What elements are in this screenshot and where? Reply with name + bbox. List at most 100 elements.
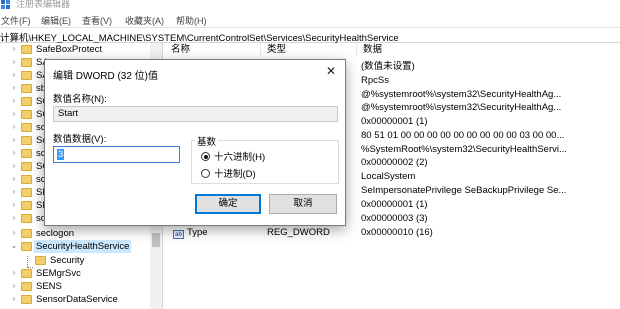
value-data-cell[interactable]: 0x00000002 (2) [361, 156, 428, 169]
value-data-cell[interactable]: (数值未设置) [361, 60, 415, 73]
folder-icon [21, 58, 32, 67]
folder-icon [21, 201, 32, 210]
chevron-right-icon[interactable]: › [10, 83, 18, 93]
folder-icon [35, 256, 46, 265]
value-name-label: 数值名称(N): [53, 94, 107, 105]
chevron-right-icon[interactable]: › [10, 213, 18, 223]
reg-dword-icon: ab [173, 230, 184, 239]
menu-favorites[interactable]: 收藏夹(A) [125, 14, 164, 27]
hex-radio[interactable]: 十六进制(H) [201, 149, 266, 163]
folder-icon [21, 282, 32, 291]
tree-item-security[interactable]: Security [0, 254, 162, 267]
menu-view[interactable]: 查看(V) [82, 14, 112, 27]
chevron-right-icon[interactable]: › [10, 281, 18, 291]
menu-help[interactable]: 帮助(H) [176, 14, 207, 27]
folder-icon [21, 136, 32, 145]
value-data-cell[interactable]: 0x00000010 (16) [361, 226, 433, 239]
title-bar: 注册表编辑器 [0, 0, 620, 10]
chevron-right-icon[interactable]: › [10, 109, 18, 119]
value-data-label: 数值数据(V): [53, 134, 107, 145]
value-data-cell[interactable]: RpcSs [361, 74, 389, 87]
folder-icon [21, 110, 32, 119]
chevron-right-icon[interactable]: › [10, 96, 18, 106]
column-header-name[interactable]: 名称 [165, 43, 261, 57]
value-type-cell[interactable]: REG_DWORD [267, 226, 330, 239]
dialog-title: 编辑 DWORD (32 位)值 [53, 71, 158, 82]
tree-item-sensordataservice[interactable]: › SensorDataService [0, 293, 162, 306]
value-data-cell[interactable]: %SystemRoot%\system32\SecurityHealthServ… [361, 143, 567, 156]
hex-radio-label: 十六进制(H) [214, 152, 266, 163]
radio-checked-icon[interactable] [201, 152, 210, 161]
chevron-right-icon[interactable]: › [10, 70, 18, 80]
chevron-right-icon[interactable]: › [10, 148, 18, 158]
folder-icon [21, 295, 32, 304]
decimal-radio[interactable]: 十进制(D) [201, 166, 256, 180]
tree-item-label: SensorDataService [36, 294, 118, 305]
address-path[interactable]: 计算机\HKEY_LOCAL_MACHINE\SYSTEM\CurrentCon… [0, 30, 399, 44]
regedit-app-icon [1, 0, 10, 9]
folder-open-icon [21, 242, 32, 251]
ok-button[interactable]: 确定 [195, 194, 261, 214]
column-header-type[interactable]: 类型 [261, 43, 357, 57]
chevron-right-icon[interactable]: › [10, 187, 18, 197]
edit-dword-dialog: 编辑 DWORD (32 位)值 ✕ 数值名称(N): Start 数值数据(V… [44, 59, 346, 226]
address-bar[interactable]: 计算机\HKEY_LOCAL_MACHINE\SYSTEM\CurrentCon… [0, 27, 620, 44]
scrollbar-thumb[interactable] [152, 233, 160, 247]
chevron-down-icon[interactable]: ⌄ [10, 241, 18, 251]
tree-item-label: Security [50, 255, 85, 266]
chevron-right-icon[interactable]: › [10, 228, 18, 238]
folder-icon [21, 97, 32, 106]
folder-icon [21, 71, 32, 80]
value-name-type[interactable]: ab Type [173, 226, 208, 239]
value-data-text[interactable]: 3 [57, 149, 65, 160]
tree-item-seclogon[interactable]: › seclogon [0, 227, 162, 240]
column-header-data[interactable]: 数据 [357, 43, 620, 57]
tree-item-safeboxprotect[interactable]: › SafeBoxProtect [0, 43, 162, 56]
value-data-cell[interactable]: 0x00000001 (1) [361, 115, 428, 128]
chevron-right-icon[interactable]: › [10, 268, 18, 278]
value-data-cell[interactable]: @%systemroot%\system32\SecurityHealthAg.… [361, 101, 561, 114]
menu-file[interactable]: 文件(F) [1, 14, 31, 27]
folder-icon [21, 175, 32, 184]
folder-icon [21, 269, 32, 278]
tree-item-label: seclogon [36, 228, 75, 239]
tree-item-securityhealthservice[interactable]: ⌄ SecurityHealthService [0, 240, 162, 253]
folder-icon [21, 188, 32, 197]
folder-icon [21, 45, 32, 54]
value-data-cell[interactable]: 0x00000001 (1) [361, 198, 428, 211]
tree-item-label: SENS [36, 281, 62, 292]
chevron-right-icon[interactable]: › [10, 57, 18, 67]
value-data-cell[interactable]: 0x00000003 (3) [361, 212, 428, 225]
chevron-right-icon[interactable]: › [10, 44, 18, 54]
chevron-right-icon[interactable]: › [10, 200, 18, 210]
folder-icon [21, 84, 32, 93]
menu-edit[interactable]: 编辑(E) [41, 14, 71, 27]
chevron-right-icon[interactable]: › [10, 294, 18, 304]
menu-bar: 文件(F) 编辑(E) 查看(V) 收藏夹(A) 帮助(H) [0, 11, 620, 27]
decimal-radio-label: 十进制(D) [214, 169, 256, 180]
window-title: 注册表编辑器 [16, 0, 71, 9]
value-data-input[interactable]: 3 [53, 146, 180, 163]
tree-item-semgrsvc[interactable]: › SEMgrSvc [0, 267, 162, 280]
chevron-right-icon[interactable]: › [10, 135, 18, 145]
chevron-right-icon[interactable]: › [10, 122, 18, 132]
tree-item-label: SafeBoxProtect [36, 44, 103, 55]
folder-icon [21, 229, 32, 238]
radio-unchecked-icon[interactable] [201, 169, 210, 178]
value-name-field: Start [53, 106, 338, 122]
chevron-right-icon[interactable]: › [10, 174, 18, 184]
value-name-label: Type [187, 227, 208, 238]
value-data-cell[interactable]: @%systemroot%\system32\SecurityHealthAg.… [361, 88, 561, 101]
folder-icon [21, 149, 32, 158]
close-icon[interactable]: ✕ [321, 63, 341, 79]
tree-item-label: SEMgrSvc [36, 268, 81, 279]
cancel-button[interactable]: 取消 [269, 194, 337, 214]
value-data-cell[interactable]: 80 51 01 00 00 00 00 00 00 00 00 00 03 0… [361, 129, 564, 142]
tree-item-sens[interactable]: › SENS [0, 280, 162, 293]
value-data-cell[interactable]: LocalSystem [361, 170, 415, 183]
base-label: 基数 [195, 134, 219, 148]
folder-icon [21, 214, 32, 223]
chevron-right-icon[interactable]: › [10, 161, 18, 171]
tree-item-label: SecurityHealthService [34, 240, 132, 253]
value-data-cell[interactable]: SeImpersonatePrivilege SeBackupPrivilege… [361, 184, 566, 197]
